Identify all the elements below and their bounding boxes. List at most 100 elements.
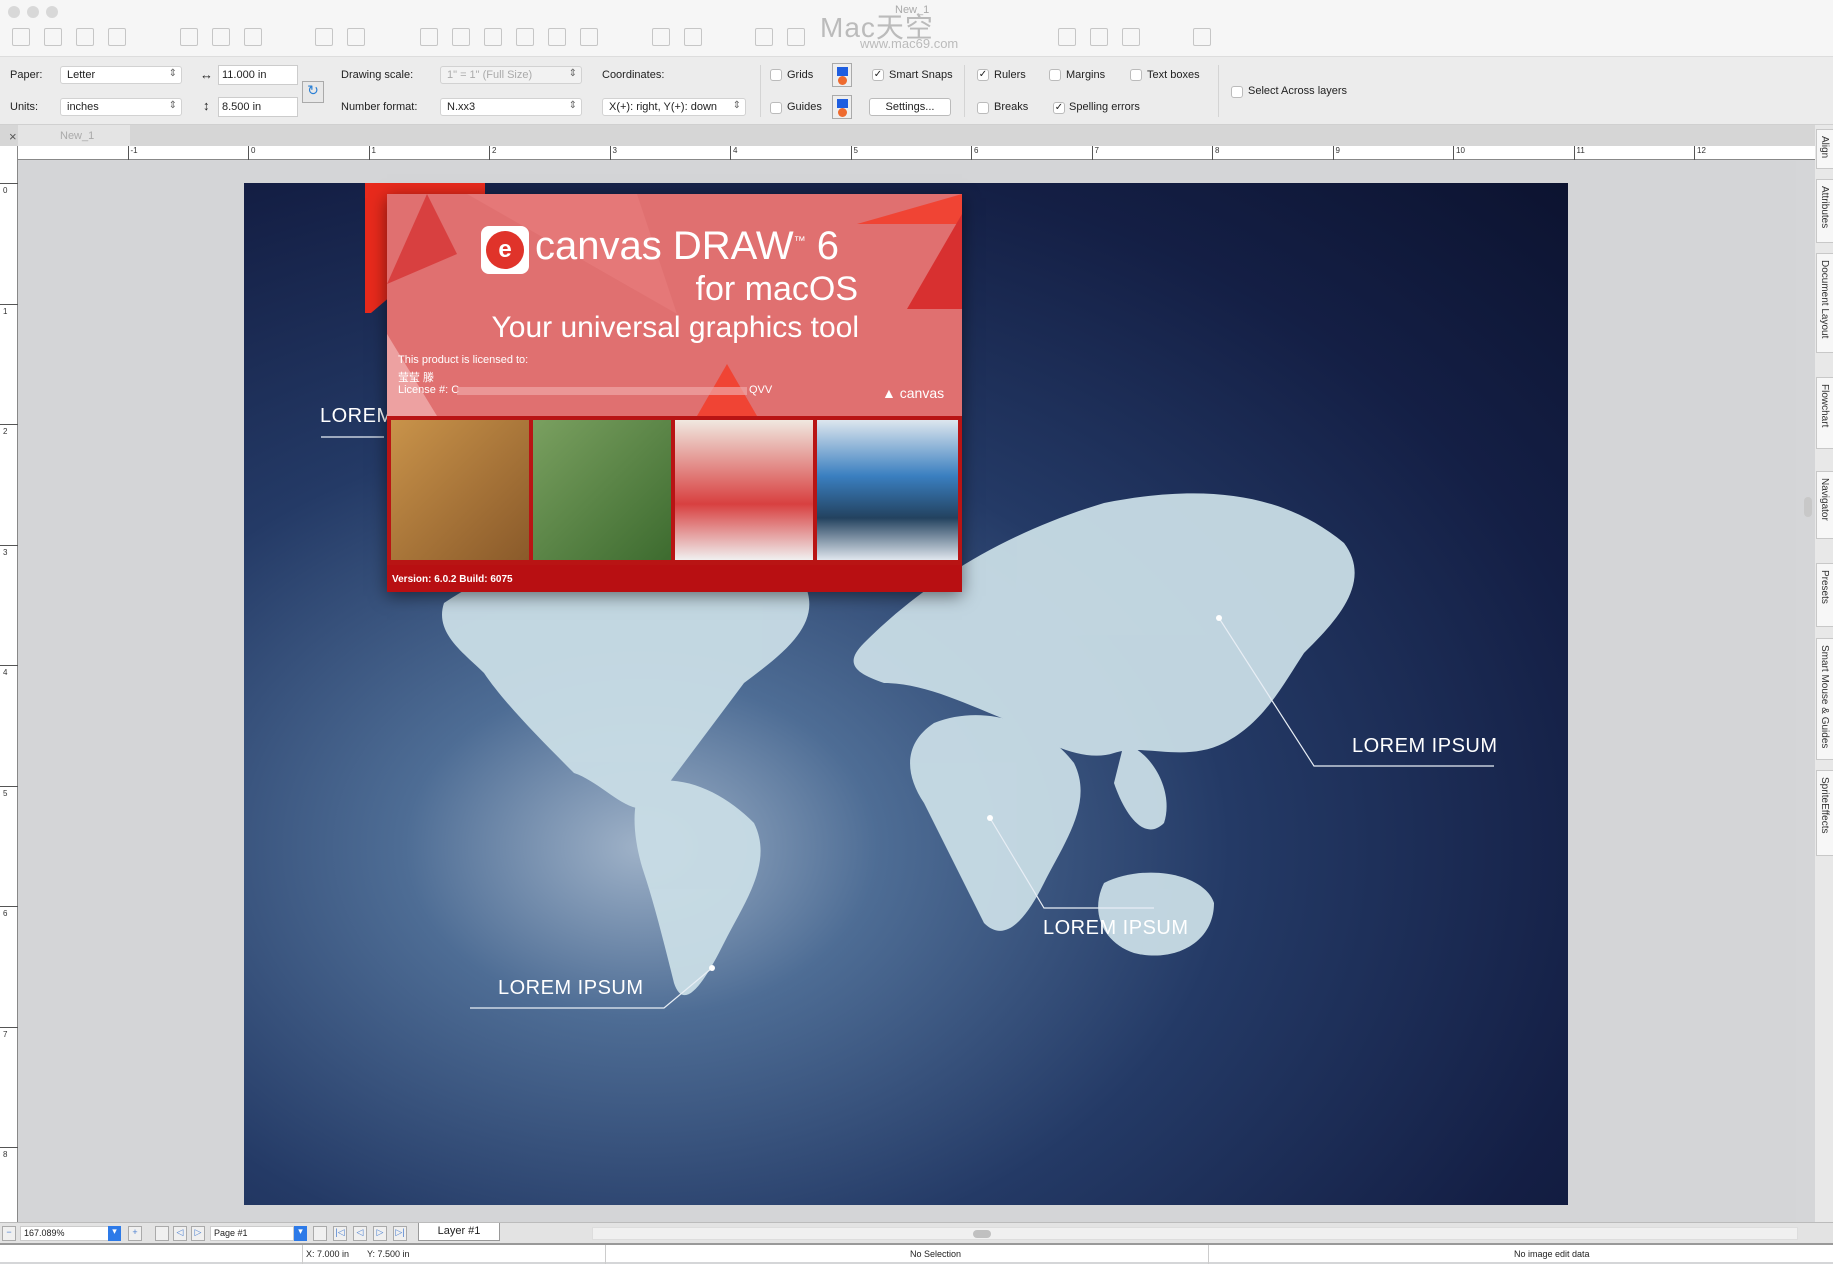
select-across-layers-checkbox[interactable] [1231, 86, 1243, 98]
horizontal-scrollbar[interactable] [592, 1227, 1798, 1240]
number-format-value: N.xx3 [447, 101, 476, 113]
ruler-tick-label: 5 [3, 788, 8, 798]
group-icon[interactable] [652, 28, 670, 46]
ruler-tick [0, 424, 18, 425]
minimize-window-button[interactable] [27, 6, 39, 18]
grids-checkbox[interactable] [770, 69, 782, 81]
license-number-tail: QVV [749, 384, 773, 396]
layer-tab[interactable]: Layer #1 [418, 1223, 500, 1241]
grid-settings-icon[interactable] [832, 63, 852, 87]
splash-brand: canvas DRAW™ 6 [535, 224, 839, 269]
unlock-icon[interactable] [787, 28, 805, 46]
presentation-icon[interactable] [1090, 28, 1108, 46]
swap-orientation-icon[interactable]: ↻ [302, 81, 324, 103]
ruler-tick-label: 0 [251, 146, 256, 155]
layer-up-icon[interactable] [548, 28, 566, 46]
close-tab-icon[interactable]: × [9, 129, 17, 144]
previous-layer-icon[interactable]: ◁ [353, 1226, 367, 1241]
spelling-errors-checkbox[interactable]: ✓ [1053, 102, 1065, 114]
next-layer-icon[interactable]: ▷ [373, 1226, 387, 1241]
tab-new-1[interactable]: New_1 [18, 125, 130, 146]
margins-checkbox[interactable] [1049, 69, 1061, 81]
paper-select[interactable]: Letter ⇕ [60, 66, 182, 84]
ungroup-icon[interactable] [684, 28, 702, 46]
bring-forward-icon[interactable] [484, 28, 502, 46]
tab-presets[interactable]: Presets [1816, 563, 1833, 627]
tab-label: Navigator [1819, 478, 1830, 521]
tab-align[interactable]: Align [1816, 129, 1833, 169]
tab-smart-mouse-guides[interactable]: Smart Mouse & Guides [1816, 638, 1833, 760]
tab-document-layout[interactable]: Document Layout [1816, 253, 1833, 353]
number-format-select[interactable]: N.xx3 ⇕ [440, 98, 582, 116]
vertical-scrollbar[interactable] [1804, 497, 1812, 517]
splash-tagline: Your universal graphics tool [491, 311, 859, 344]
layer-down-icon[interactable] [580, 28, 598, 46]
coordinates-select[interactable]: X(+): right, Y(+): down ⇕ [602, 98, 746, 116]
ruler-tick [127, 146, 129, 160]
guides-checkbox[interactable] [770, 102, 782, 114]
smart-snaps-checkbox[interactable]: ✓ [872, 69, 884, 81]
zoom-dropdown-icon[interactable]: ▾ [108, 1226, 121, 1241]
bring-to-front-icon[interactable] [420, 28, 438, 46]
license-redaction [457, 387, 747, 395]
zoom-in-icon[interactable]: + [128, 1226, 142, 1241]
ruler-tick-label: 0 [3, 186, 8, 195]
splash-screen[interactable]: e canvas DRAW™ 6 for macOS Your universa… [387, 194, 962, 592]
print-icon[interactable] [108, 28, 126, 46]
copy-icon[interactable] [212, 28, 230, 46]
tab-flowchart[interactable]: Flowchart [1816, 377, 1833, 449]
width-field[interactable]: 11.000 in [218, 65, 298, 85]
stepper-icon: ⇕ [732, 100, 741, 111]
spelling-icon[interactable] [1122, 28, 1140, 46]
tab-spriteeffects[interactable]: SpriteEffects [1816, 770, 1833, 856]
cut-icon[interactable] [180, 28, 198, 46]
scroll-thumb[interactable] [973, 1230, 991, 1238]
ruler-tick-label: 11 [1576, 146, 1585, 155]
paste-icon[interactable] [244, 28, 262, 46]
height-field[interactable]: 8.500 in [218, 97, 298, 117]
vertical-ruler[interactable]: 0 1 2 3 4 5 6 7 8 [0, 146, 18, 1222]
breaks-checkbox[interactable] [977, 102, 989, 114]
rulers-checkbox[interactable]: ✓ [977, 69, 989, 81]
tab-attributes[interactable]: Attributes [1816, 179, 1833, 243]
tab-label: Flowchart [1819, 384, 1830, 428]
ruler-tick-label: 4 [3, 668, 8, 677]
version-info: Version: 6.0.2 Build: 6075 [387, 565, 962, 592]
number-format-label: Number format: [341, 101, 418, 113]
new-document-icon[interactable] [12, 28, 30, 46]
undo-icon[interactable] [315, 28, 333, 46]
close-window-button[interactable] [8, 6, 20, 18]
guide-settings-icon[interactable] [832, 95, 852, 119]
breaks-label: Breaks [994, 101, 1029, 113]
zoom-window-button[interactable] [46, 6, 58, 18]
units-select[interactable]: inches ⇕ [60, 98, 182, 116]
layers-icon[interactable] [313, 1226, 327, 1241]
next-page-icon[interactable]: ▷ [191, 1226, 205, 1241]
tab-navigator[interactable]: Navigator [1816, 471, 1833, 539]
previous-page-icon[interactable]: ◁ [173, 1226, 187, 1241]
help-icon[interactable] [1193, 28, 1211, 46]
ruler-tick-label: -1 [130, 146, 138, 155]
first-layer-icon[interactable]: |◁ [333, 1226, 347, 1241]
redo-icon[interactable] [347, 28, 365, 46]
send-to-back-icon[interactable] [452, 28, 470, 46]
lock-icon[interactable] [755, 28, 773, 46]
settings-button[interactable]: Settings... [869, 98, 951, 116]
send-backward-icon[interactable] [516, 28, 534, 46]
page-dropdown-icon[interactable]: ▾ [294, 1226, 307, 1241]
text-boxes-checkbox[interactable] [1130, 69, 1142, 81]
open-icon[interactable] [44, 28, 62, 46]
zoom-out-icon[interactable]: − [2, 1226, 16, 1241]
australia-shape [1098, 872, 1214, 956]
page-field[interactable]: Page #1 [210, 1226, 294, 1241]
last-layer-icon[interactable]: ▷| [393, 1226, 407, 1241]
edit-icon[interactable] [1058, 28, 1076, 46]
ruler-tick [1212, 146, 1213, 160]
bottom-toolbar: − 167.089% ▾ + ◁ ▷ Page #1 ▾ |◁ ◁ ▷ ▷| L… [0, 1222, 1833, 1243]
page-icon[interactable] [155, 1226, 169, 1241]
zoom-field[interactable]: 167.089% [20, 1226, 120, 1241]
save-icon[interactable] [76, 28, 94, 46]
coordinates-value: X(+): right, Y(+): down [609, 101, 718, 113]
horizontal-ruler[interactable]: -101234567891011121 [18, 146, 1822, 160]
status-bar: X: 7.000 in Y: 7.500 in No Selection No … [0, 1243, 1833, 1264]
